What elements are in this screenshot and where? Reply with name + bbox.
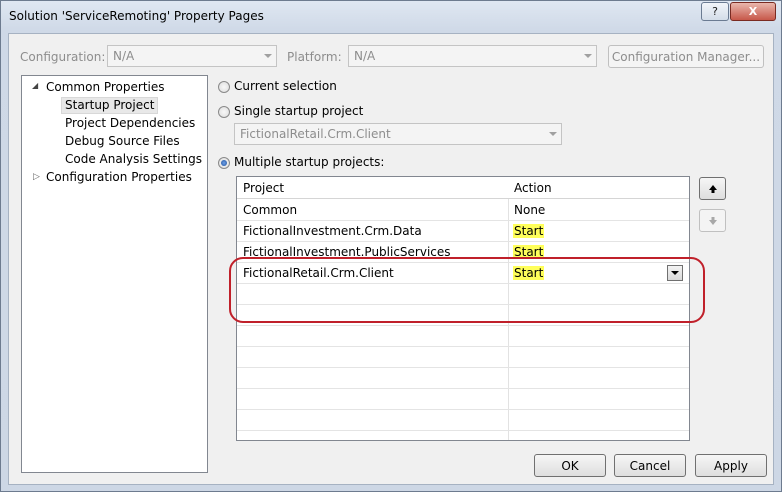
dialog-client-area: Configuration: N/A Platform: N/A Configu…	[8, 33, 774, 485]
action-cell[interactable]: Start	[513, 266, 545, 280]
single-startup-label[interactable]: Single startup project	[234, 104, 363, 118]
collapsed-triangle-icon[interactable]: ▷	[33, 172, 40, 182]
action-dropdown-button[interactable]	[667, 265, 683, 281]
project-cell: FictionalRetail.Crm.Client	[243, 266, 394, 280]
move-down-button[interactable]	[699, 209, 726, 232]
configuration-combo[interactable]: N/A	[107, 45, 277, 67]
table-row[interactable]: Common None	[237, 200, 689, 221]
tree-item-project-dependencies[interactable]: Project Dependencies	[65, 115, 195, 132]
empty-row	[237, 284, 689, 305]
startup-projects-grid[interactable]: Project Action Common None FictionalInve…	[236, 176, 690, 441]
help-icon: ?	[712, 5, 718, 18]
empty-row	[237, 389, 689, 410]
empty-row	[237, 305, 689, 326]
cancel-button[interactable]: Cancel	[614, 454, 686, 477]
help-button[interactable]: ?	[701, 2, 729, 21]
title-bar: Solution 'ServiceRemoting' Property Page…	[1, 1, 781, 33]
project-cell: FictionalInvestment.PublicServices	[243, 245, 451, 259]
platform-value: N/A	[354, 49, 376, 63]
configuration-label: Configuration:	[20, 50, 106, 64]
project-cell: Common	[243, 203, 298, 217]
action-cell[interactable]: Start	[513, 224, 545, 238]
platform-combo[interactable]: N/A	[348, 45, 597, 67]
arrow-up-icon	[708, 184, 717, 193]
window-title: Solution 'ServiceRemoting' Property Page…	[9, 9, 264, 23]
current-selection-radio[interactable]	[218, 81, 230, 93]
chevron-down-icon	[549, 132, 557, 136]
action-cell[interactable]: Start	[513, 245, 545, 259]
table-row[interactable]: FictionalInvestment.Crm.Data Start	[237, 221, 689, 242]
tree-item-code-analysis-settings[interactable]: Code Analysis Settings	[65, 151, 202, 168]
apply-button[interactable]: Apply	[695, 454, 767, 477]
table-row[interactable]: FictionalRetail.Crm.Client Start	[237, 263, 689, 284]
property-pages-window: Solution 'ServiceRemoting' Property Page…	[0, 0, 782, 492]
empty-row	[237, 410, 689, 431]
project-cell: FictionalInvestment.Crm.Data	[243, 224, 422, 238]
action-cell[interactable]: None	[514, 203, 545, 217]
expanded-triangle-icon[interactable]: ◢	[32, 81, 38, 90]
tree-item-common-properties[interactable]: Common Properties	[46, 79, 165, 96]
grid-header: Project Action	[237, 177, 689, 199]
chevron-down-icon	[584, 54, 592, 58]
property-tree[interactable]: ◢ Common Properties Startup Project Proj…	[21, 75, 208, 473]
platform-label: Platform:	[287, 50, 342, 64]
current-selection-label[interactable]: Current selection	[234, 79, 337, 93]
arrow-down-icon	[708, 216, 717, 225]
configuration-manager-button[interactable]: Configuration Manager...	[608, 45, 764, 68]
multiple-startup-label[interactable]: Multiple startup projects:	[234, 155, 384, 169]
close-icon: X	[748, 5, 758, 18]
move-up-button[interactable]	[699, 177, 726, 200]
column-header-project[interactable]: Project	[243, 181, 284, 195]
empty-row	[237, 347, 689, 368]
chevron-down-icon	[264, 54, 272, 58]
multiple-startup-radio[interactable]	[218, 157, 230, 169]
single-startup-value: FictionalRetail.Crm.Client	[240, 127, 391, 141]
close-button[interactable]: X	[730, 2, 776, 21]
tree-item-configuration-properties[interactable]: Configuration Properties	[46, 169, 192, 186]
ok-button[interactable]: OK	[534, 454, 606, 477]
empty-row	[237, 326, 689, 347]
empty-row	[237, 368, 689, 389]
table-row[interactable]: FictionalInvestment.PublicServices Start	[237, 242, 689, 263]
single-startup-combo[interactable]: FictionalRetail.Crm.Client	[234, 123, 562, 145]
tree-item-debug-source-files[interactable]: Debug Source Files	[65, 133, 180, 150]
tree-item-startup-project[interactable]: Startup Project	[61, 97, 159, 114]
single-startup-radio[interactable]	[218, 106, 230, 118]
column-header-action[interactable]: Action	[514, 181, 552, 195]
configuration-value: N/A	[113, 49, 135, 63]
